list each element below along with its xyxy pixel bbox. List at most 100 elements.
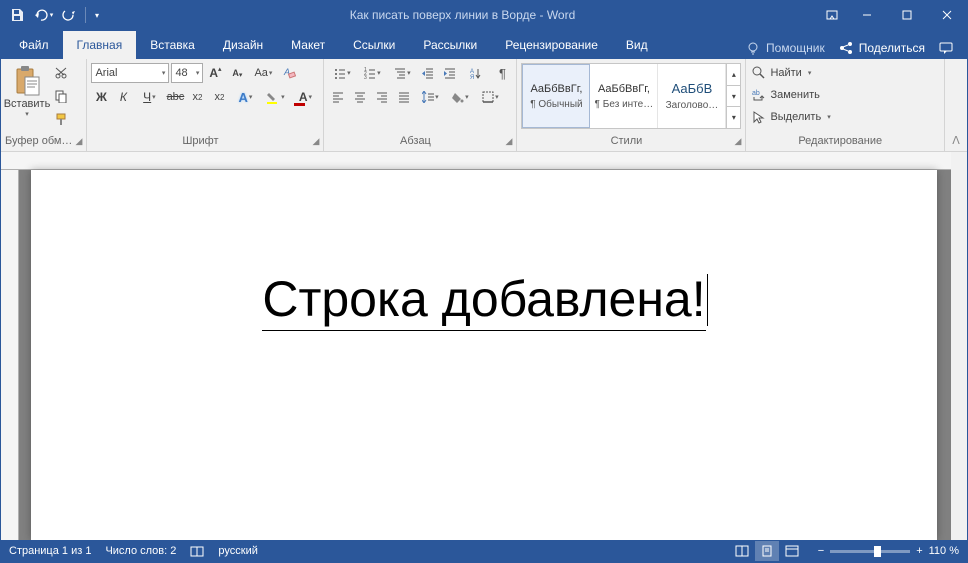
gallery-more[interactable]: ▾ bbox=[727, 107, 740, 128]
font-launcher[interactable]: ◢ bbox=[313, 136, 320, 147]
lightbulb-icon bbox=[746, 41, 760, 55]
close-button[interactable] bbox=[927, 1, 967, 29]
clear-formatting-button[interactable]: A bbox=[279, 63, 299, 83]
paste-button[interactable]: Вставить ▾ bbox=[5, 63, 49, 120]
superscript-button[interactable]: x2 bbox=[209, 87, 229, 107]
style-heading1[interactable]: АаБбВ Заголово… bbox=[658, 64, 726, 128]
bullets-button[interactable]: ▾ bbox=[328, 63, 356, 83]
style-normal[interactable]: АаБбВвГг, ¶ Обычный bbox=[522, 64, 590, 128]
zoom-slider[interactable] bbox=[830, 550, 910, 553]
subscript-button[interactable]: x2 bbox=[187, 87, 207, 107]
svg-text:Я: Я bbox=[470, 75, 474, 79]
tab-layout[interactable]: Макет bbox=[277, 31, 339, 59]
tab-file[interactable]: Файл bbox=[5, 31, 63, 59]
format-painter-button[interactable] bbox=[51, 109, 71, 129]
word-count[interactable]: Число слов: 2 bbox=[105, 545, 176, 557]
underline-button[interactable]: Ч▾ bbox=[135, 87, 163, 107]
line-spacing-button[interactable]: ▾ bbox=[416, 87, 444, 107]
comments-icon[interactable] bbox=[939, 41, 961, 55]
strikethrough-button[interactable]: abc bbox=[165, 87, 185, 107]
change-case-button[interactable]: Aa▾ bbox=[249, 63, 277, 83]
font-size-input[interactable]: 48▾ bbox=[171, 63, 203, 83]
group-styles: АаБбВвГг, ¶ Обычный АаБбВвГг, ¶ Без инте… bbox=[517, 59, 746, 151]
group-clipboard: Вставить ▾ Буфер обм…◢ bbox=[1, 59, 87, 151]
zoom-controls: − + 110 % bbox=[818, 545, 959, 557]
sort-button[interactable]: AЯ bbox=[462, 63, 490, 83]
bold-button[interactable]: Ж bbox=[91, 87, 111, 107]
qat-customize[interactable]: ▾ bbox=[90, 3, 104, 27]
text-effects-button[interactable]: A▾ bbox=[231, 87, 259, 107]
maximize-button[interactable] bbox=[887, 1, 927, 29]
shrink-font-button[interactable]: A▾ bbox=[227, 63, 247, 83]
group-label-styles: Стили◢ bbox=[521, 135, 741, 151]
ribbon-display-options[interactable] bbox=[817, 1, 847, 29]
tab-mailings[interactable]: Рассылки bbox=[409, 31, 491, 59]
grow-font-button[interactable]: A▴ bbox=[205, 63, 225, 83]
tab-references[interactable]: Ссылки bbox=[339, 31, 409, 59]
align-left-button[interactable] bbox=[328, 87, 348, 107]
book-icon bbox=[190, 544, 204, 558]
redo-button[interactable] bbox=[57, 3, 81, 27]
numbering-button[interactable]: 123▾ bbox=[358, 63, 386, 83]
justify-button[interactable] bbox=[394, 87, 414, 107]
tab-view[interactable]: Вид bbox=[612, 31, 662, 59]
zoom-out-button[interactable]: − bbox=[818, 545, 824, 557]
tell-me[interactable]: Помощник bbox=[746, 41, 825, 55]
cut-button[interactable] bbox=[51, 63, 71, 83]
view-buttons bbox=[730, 541, 804, 561]
paragraph-launcher[interactable]: ◢ bbox=[506, 136, 513, 147]
show-marks-button[interactable]: ¶ bbox=[492, 63, 512, 83]
search-icon bbox=[752, 66, 766, 80]
proofing-button[interactable] bbox=[190, 544, 204, 558]
style-no-spacing[interactable]: АаБбВвГг, ¶ Без инте… bbox=[590, 64, 658, 128]
tab-design[interactable]: Дизайн bbox=[209, 31, 277, 59]
decrease-indent-button[interactable] bbox=[418, 63, 438, 83]
print-layout-button[interactable] bbox=[755, 541, 779, 561]
collapse-ribbon-button[interactable]: ᐱ bbox=[945, 59, 967, 151]
ribbon: Вставить ▾ Буфер обм…◢ Arial▾ 48▾ A▴ A▾ … bbox=[1, 59, 967, 152]
zoom-level[interactable]: 110 % bbox=[929, 545, 959, 557]
horizontal-ruler[interactable] bbox=[1, 152, 951, 170]
replace-button[interactable]: ab Заменить bbox=[750, 85, 832, 105]
web-layout-button[interactable] bbox=[780, 541, 804, 561]
align-center-button[interactable] bbox=[350, 87, 370, 107]
language-indicator[interactable]: русский bbox=[218, 545, 257, 557]
vertical-scrollbar[interactable] bbox=[951, 152, 967, 540]
highlight-button[interactable]: ▾ bbox=[261, 87, 289, 107]
shading-button[interactable]: ▾ bbox=[446, 87, 474, 107]
tab-review[interactable]: Рецензирование bbox=[491, 31, 612, 59]
find-label: Найти bbox=[770, 67, 801, 79]
vertical-ruler[interactable] bbox=[1, 170, 19, 540]
zoom-in-button[interactable]: + bbox=[916, 545, 922, 557]
copy-button[interactable] bbox=[51, 86, 71, 106]
tab-insert[interactable]: Вставка bbox=[136, 31, 209, 59]
font-color-button[interactable]: A▾ bbox=[291, 87, 319, 107]
document-text[interactable]: Строка добавлена! bbox=[262, 270, 705, 331]
page-indicator[interactable]: Страница 1 из 1 bbox=[9, 545, 91, 557]
multilevel-list-button[interactable]: ▾ bbox=[388, 63, 416, 83]
font-name-input[interactable]: Arial▾ bbox=[91, 63, 169, 83]
bullets-icon bbox=[334, 67, 346, 79]
clipboard-launcher[interactable]: ◢ bbox=[76, 136, 83, 147]
save-button[interactable] bbox=[5, 3, 29, 27]
text-cursor bbox=[707, 274, 708, 326]
borders-button[interactable]: ▾ bbox=[476, 87, 504, 107]
title-bar: ▾ ▾ Как писать поверх линии в Ворде - Wo… bbox=[1, 1, 967, 29]
italic-button[interactable]: К bbox=[113, 87, 133, 107]
select-button[interactable]: Выделить ▾ bbox=[750, 107, 832, 127]
minimize-button[interactable] bbox=[847, 1, 887, 29]
increase-indent-button[interactable] bbox=[440, 63, 460, 83]
align-right-button[interactable] bbox=[372, 87, 392, 107]
find-button[interactable]: Найти ▾ bbox=[750, 63, 832, 83]
read-mode-button[interactable] bbox=[730, 541, 754, 561]
tab-home[interactable]: Главная bbox=[63, 31, 137, 59]
status-bar: Страница 1 из 1 Число слов: 2 русский − … bbox=[1, 540, 967, 562]
zoom-thumb[interactable] bbox=[874, 546, 881, 557]
gallery-down[interactable]: ▾ bbox=[727, 86, 740, 108]
page[interactable]: Строка добавлена! bbox=[31, 170, 937, 540]
outdent-icon bbox=[422, 67, 434, 79]
gallery-up[interactable]: ▴ bbox=[727, 64, 740, 86]
share-button[interactable]: Поделиться bbox=[833, 37, 931, 59]
styles-launcher[interactable]: ◢ bbox=[735, 136, 742, 147]
undo-button[interactable]: ▾ bbox=[31, 3, 55, 27]
